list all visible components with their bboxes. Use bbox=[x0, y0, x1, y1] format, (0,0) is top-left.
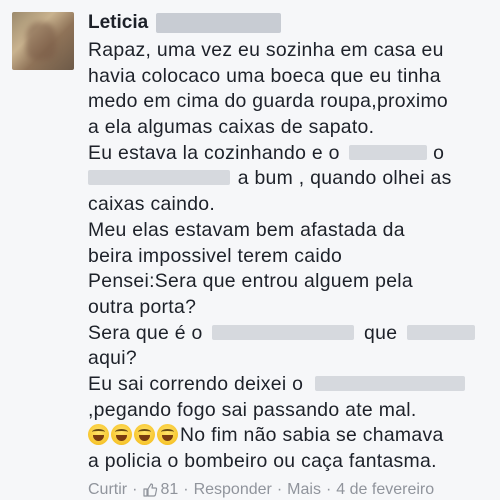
redacted-text bbox=[406, 324, 475, 340]
redacted-surname bbox=[156, 13, 282, 33]
comment-line: Pensei:Sera que entrou alguem pela bbox=[88, 270, 413, 293]
comment-line: ,pegando fogo sai passando ate mal. bbox=[88, 398, 417, 421]
comment-text: que bbox=[364, 321, 398, 344]
laughing-tears-emoji bbox=[111, 424, 132, 446]
comment-line: Eu sai correndo deixei o bbox=[88, 372, 493, 398]
more-button[interactable]: Mais bbox=[287, 481, 321, 499]
comment-text: o bbox=[433, 141, 445, 164]
laughing-tears-emoji bbox=[157, 424, 178, 446]
author-row: Leticia bbox=[88, 10, 282, 36]
comment-line: caixas caindo. bbox=[88, 193, 216, 216]
separator: · bbox=[276, 481, 283, 498]
comment-text: Eu sai correndo deixei o bbox=[88, 372, 304, 395]
like-count[interactable]: 81 bbox=[160, 481, 178, 499]
comment-line: a policia o bombeiro ou caça fantasma. bbox=[88, 450, 437, 472]
laughing-tears-emoji bbox=[134, 424, 155, 446]
comment-line: No fim não sabia se chamava bbox=[88, 423, 493, 449]
timestamp[interactable]: 4 de fevereiro bbox=[336, 481, 434, 499]
comment-text: No fim não sabia se chamava bbox=[180, 424, 444, 447]
like-button[interactable]: Curtir bbox=[88, 481, 127, 499]
comment-actions: Curtir · 81 · Responder · Mais · 4 de fe… bbox=[88, 481, 434, 499]
comment-line: aqui? bbox=[88, 347, 137, 370]
redacted-text bbox=[349, 144, 428, 160]
thumbs-up-icon bbox=[143, 483, 158, 497]
redacted-text bbox=[88, 170, 230, 186]
laughing-tears-emoji bbox=[88, 424, 109, 446]
comment-text: a bum , quando olhei as bbox=[237, 167, 452, 190]
comment-text: Eu estava la cozinhando e o bbox=[88, 141, 340, 164]
comment-line: Sera que é o que bbox=[88, 321, 493, 347]
comment-line: havia colocaco uma boeca que eu tinha bbox=[88, 64, 441, 87]
comment-line: beira impossivel terem caido bbox=[88, 244, 343, 267]
comment-line: Meu elas estavam bem afastada da bbox=[88, 218, 405, 241]
redacted-text bbox=[314, 375, 465, 391]
comment-line: a ela algumas caixas de sapato. bbox=[88, 116, 375, 139]
comment-body: Rapaz, uma vez eu sozinha em casa eu hav… bbox=[88, 38, 493, 475]
comment-text: Sera que é o bbox=[88, 321, 203, 344]
avatar[interactable] bbox=[12, 12, 74, 70]
comment-line: medo em cima do guarda roupa,proximo bbox=[88, 90, 449, 113]
comment-line: Eu estava la cozinhando e o o bbox=[88, 141, 493, 167]
comment-line: outra porta? bbox=[88, 295, 197, 318]
separator: · bbox=[325, 481, 332, 498]
reply-button[interactable]: Responder bbox=[194, 481, 272, 499]
redacted-text bbox=[212, 324, 355, 340]
author-name[interactable]: Leticia bbox=[88, 12, 148, 34]
separator: · bbox=[132, 481, 138, 498]
comment-line: a bum , quando olhei as bbox=[88, 166, 493, 192]
comment: Leticia Rapaz, uma vez eu sozinha em cas… bbox=[0, 0, 500, 500]
comment-line: Rapaz, uma vez eu sozinha em casa eu bbox=[88, 39, 444, 61]
separator: · bbox=[183, 481, 189, 498]
